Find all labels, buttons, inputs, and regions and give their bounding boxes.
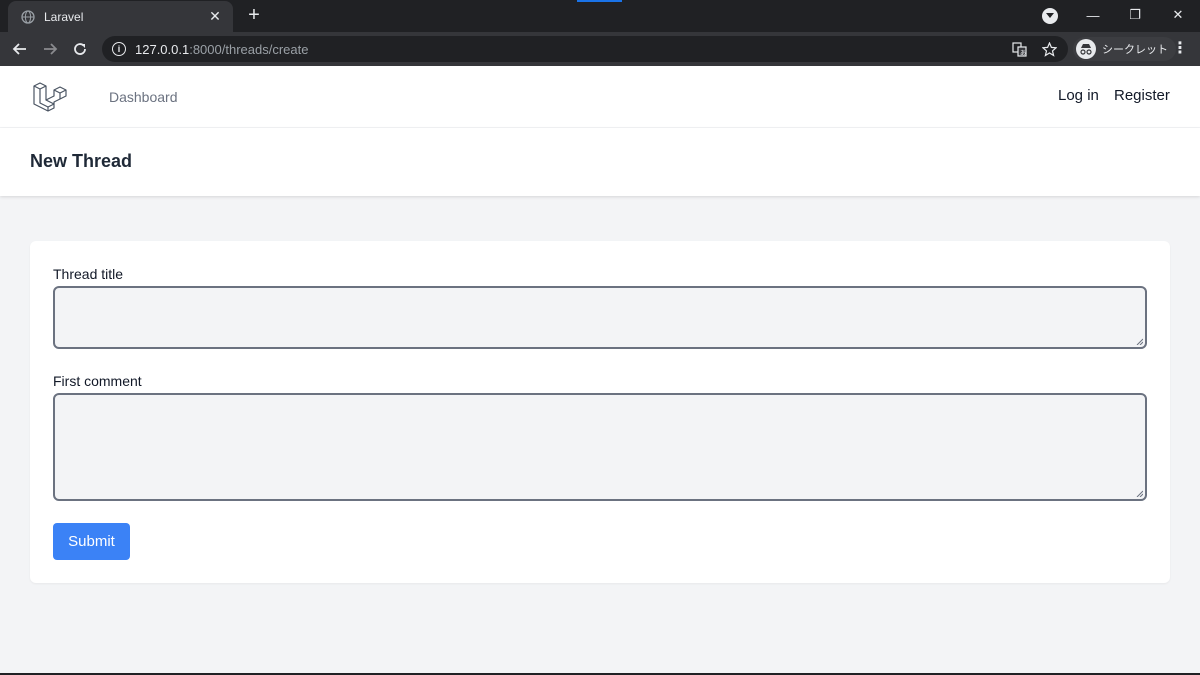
- address-bar[interactable]: i 127.0.0.1:8000/threads/create: [102, 36, 1068, 62]
- browser-tab[interactable]: Laravel ✕: [8, 1, 233, 32]
- svg-text:あ: あ: [1020, 50, 1026, 57]
- url-path: :8000/threads/create: [189, 41, 309, 57]
- tab-strip: Laravel ✕ + — ❐ ✕: [0, 0, 1200, 32]
- page-title: New Thread: [30, 151, 133, 171]
- tab-search-icon[interactable]: [1042, 8, 1058, 24]
- thread-form-card: Thread title First comment Submit: [30, 241, 1170, 583]
- first-comment-label: First comment: [53, 373, 142, 389]
- laravel-logo-icon[interactable]: [32, 78, 68, 114]
- submit-button[interactable]: Submit: [53, 523, 130, 560]
- resize-grip-icon[interactable]: [1136, 338, 1143, 345]
- resize-grip-icon[interactable]: [1136, 490, 1143, 497]
- browser-menu-icon[interactable]: ⋮: [1172, 40, 1188, 58]
- window-close-button[interactable]: ✕: [1156, 0, 1200, 30]
- nav-dashboard-link[interactable]: Dashboard: [109, 89, 178, 105]
- page-content: Dashboard Log in Register New Thread Thr…: [0, 66, 1200, 675]
- globe-icon: [20, 9, 36, 25]
- thread-title-label: Thread title: [53, 266, 124, 282]
- thread-title-input[interactable]: [53, 286, 1147, 349]
- new-tab-button[interactable]: +: [244, 5, 264, 25]
- incognito-icon: [1076, 39, 1096, 59]
- translate-icon[interactable]: あ: [1011, 41, 1027, 57]
- info-icon[interactable]: i: [112, 42, 126, 56]
- top-navigation: Dashboard Log in Register: [0, 66, 1200, 128]
- bookmark-star-icon[interactable]: [1041, 41, 1057, 57]
- url-host: 127.0.0.1: [135, 41, 190, 57]
- incognito-label: シークレット: [1102, 44, 1168, 56]
- back-arrow-icon[interactable]: [8, 37, 32, 61]
- first-comment-input[interactable]: [53, 393, 1147, 501]
- minimize-button[interactable]: —: [1071, 0, 1115, 30]
- register-link[interactable]: Register: [1114, 87, 1170, 104]
- login-link[interactable]: Log in: [1058, 87, 1099, 104]
- reload-icon[interactable]: [68, 37, 92, 61]
- tab-close-icon[interactable]: ✕: [207, 8, 223, 25]
- forward-arrow-icon[interactable]: [38, 37, 62, 61]
- tab-indicator: [577, 0, 622, 2]
- restore-button[interactable]: ❐: [1113, 0, 1157, 30]
- tab-title: Laravel: [44, 9, 84, 24]
- incognito-indicator[interactable]: シークレット: [1073, 37, 1176, 61]
- page-header: New Thread: [0, 128, 1200, 196]
